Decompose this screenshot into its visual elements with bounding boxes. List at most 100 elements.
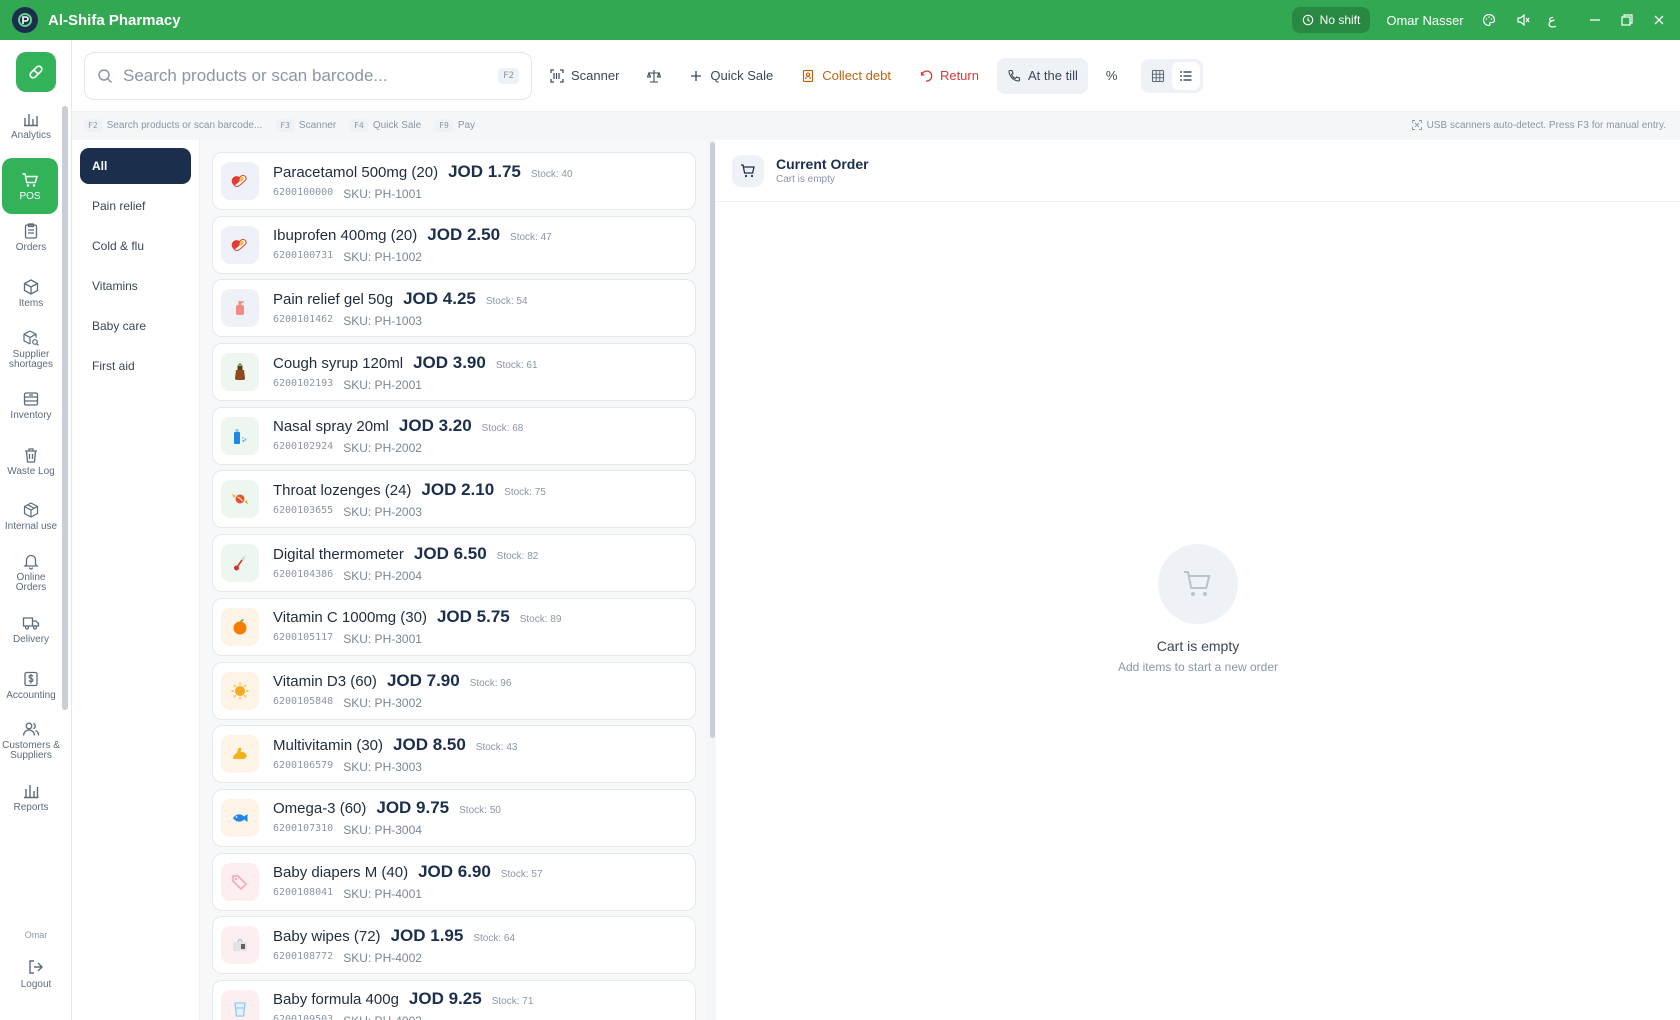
syrup-icon [221,353,259,392]
nav-item-waste-log[interactable]: Waste Log [2,438,60,484]
nav-item-inventory[interactable]: Inventory [2,382,60,428]
product-sku: SKU: PH-3004 [343,823,422,838]
shortcut-hint: F9 Pay [435,118,475,132]
product-stock: Stock: 40 [530,168,573,180]
product-info: Baby diapers M (40) JOD 6.90 Stock: 57 6200… [273,862,543,901]
pill-icon [221,225,259,264]
logout-button[interactable]: Logout [2,958,70,990]
scale-button[interactable] [637,58,671,94]
mute-icon[interactable] [1514,11,1532,29]
product-card[interactable]: Vitamin C 1000mg (30) JOD 5.75 Stock: 89 62… [212,597,696,656]
app-logo [12,7,38,33]
at-the-till-button[interactable]: At the till [996,57,1088,94]
scanner-button[interactable]: Scanner [540,58,629,94]
product-card[interactable]: Nasal spray 20ml JOD 3.20 Stock: 68 6200102… [212,406,696,465]
search-input[interactable] [123,65,499,86]
collect-debt-label: Collect debt [822,68,891,83]
product-list-scrollbar[interactable] [710,142,715,738]
product-barcode: 6200100000 [273,186,334,198]
close-icon[interactable] [1650,11,1668,29]
shortcut-key-badge: F2 [84,118,102,132]
product-stock: Stock: 57 [500,869,543,881]
return-label: Return [939,68,979,83]
discount-button[interactable]: % [1096,58,1128,94]
box-icon [23,278,39,295]
nav-item-label: Internal use [4,520,58,532]
category-cold-flu[interactable]: Cold & flu [80,228,191,264]
nav-item-reports[interactable]: Reports [2,774,60,820]
product-card[interactable]: Vitamin D3 (60) JOD 7.90 Stock: 96 62001058… [212,661,696,720]
product-card[interactable]: Pain relief gel 50g JOD 4.25 Stock: 54 6200… [212,279,696,338]
product-card[interactable]: Baby wipes (72) JOD 1.95 Stock: 64 62001087… [212,916,696,975]
product-name: Digital thermometer [273,545,404,563]
language-toggle[interactable]: ع [1548,12,1556,28]
search-box[interactable]: F2 [84,51,532,100]
nav-item-orders[interactable]: Orders [2,214,60,260]
category-first-aid[interactable]: First aid [80,348,191,384]
product-stock: Stock: 96 [469,678,512,689]
nav-item-supplier-shortages[interactable]: Supplier shortages [2,323,60,375]
product-card[interactable]: Throat lozenges (24) JOD 2.10 Stock: 75 620… [212,470,696,529]
nav-item-label: Customers & Suppliers [2,739,60,761]
shortcut-hint: F4 Quick Sale [350,118,421,132]
product-card[interactable]: Cough syrup 120ml JOD 3.90 Stock: 61 620010… [212,343,696,402]
category-pain-relief[interactable]: Pain relief [80,188,191,224]
nav-item-pos[interactable]: POS [2,158,58,214]
product-card[interactable]: Ibuprofen 400mg (20) JOD 2.50 Stock: 47 620… [212,215,696,274]
product-price: JOD 6.90 [418,862,491,882]
product-name: Omega-3 (60) [273,800,367,818]
product-stock: Stock: 89 [519,614,562,626]
restore-icon[interactable] [1618,11,1636,29]
nav-item-accounting[interactable]: Accounting [2,662,60,708]
search-shortcut-badge: F2 [498,67,519,84]
list-icon [1180,70,1192,81]
nav-item-label: Analytics [10,129,51,141]
list-view-button[interactable] [1172,61,1201,90]
return-button[interactable]: Return [909,58,989,94]
shift-status-badge[interactable]: No shift [1291,7,1371,33]
order-title: Current Order [776,156,869,172]
nav-item-delivery[interactable]: Delivery [2,606,60,652]
shortcut-hint: F3 Scanner [276,118,336,132]
category-baby-care[interactable]: Baby care [80,308,191,344]
product-sku: SKU: PH-1003 [343,313,422,328]
minimize-icon[interactable] [1586,11,1604,29]
product-stock: Stock: 50 [459,805,501,817]
product-stock: Stock: 68 [481,423,524,435]
pos-toolbar: F2 Scanner Quick Sale Collect debt Retur… [72,40,1680,112]
nav-item-internal-use[interactable]: Internal use [2,490,60,542]
product-card[interactable]: Omega-3 (60) JOD 9.75 Stock: 50 6200107310 S… [212,788,696,847]
palette-icon[interactable] [1480,11,1498,29]
product-info: Pain relief gel 50g JOD 4.25 Stock: 54 6200… [273,289,528,328]
nav-item-items[interactable]: Items [2,270,60,316]
product-stock: Stock: 43 [475,741,518,753]
nav-item-customers-suppliers[interactable]: Customers & Suppliers [2,714,60,766]
product-card[interactable]: Baby formula 400g JOD 9.25 Stock: 71 620010… [212,979,696,1020]
product-card[interactable]: Digital thermometer JOD 6.50 Stock: 82 6200… [212,534,696,593]
collect-debt-button[interactable]: Collect debt [791,58,901,94]
cup-icon [221,989,259,1020]
category-vitamins[interactable]: Vitamins [80,268,191,304]
trash-icon [25,447,37,463]
category-all[interactable]: All [80,148,191,184]
user-name[interactable]: Omar Nasser [1386,13,1463,28]
truck-icon [22,616,40,630]
quick-sale-button[interactable]: Quick Sale [679,58,783,94]
product-price: JOD 6.50 [413,543,487,563]
product-name: Pain relief gel 50g [273,290,394,308]
shortcut-key-badge: F9 [435,118,453,132]
product-card[interactable]: Multivitamin (30) JOD 8.50 Stock: 43 620010… [212,725,696,784]
product-card[interactable]: Baby diapers M (40) JOD 6.90 Stock: 57 6200… [212,852,696,911]
product-name: Cough syrup 120ml [273,354,404,372]
brand-button[interactable] [16,52,56,92]
product-card[interactable]: Paracetamol 500mg (20) JOD 1.75 Stock: 40 6… [212,152,696,210]
product-price: JOD 1.95 [390,925,464,945]
nav-item-online-orders[interactable]: Online Orders [2,546,60,598]
order-header: Current Order Cart is empty [716,140,1680,202]
grid-view-button[interactable] [1144,62,1172,90]
shift-status-label: No shift [1319,13,1361,27]
left-navigation: Analytics POS Orders Items Supplier shortage… [0,40,72,1020]
nav-item-analytics[interactable]: Analytics [2,102,60,148]
product-price: JOD 7.90 [386,671,460,690]
nav-scrollbar[interactable] [62,106,68,710]
